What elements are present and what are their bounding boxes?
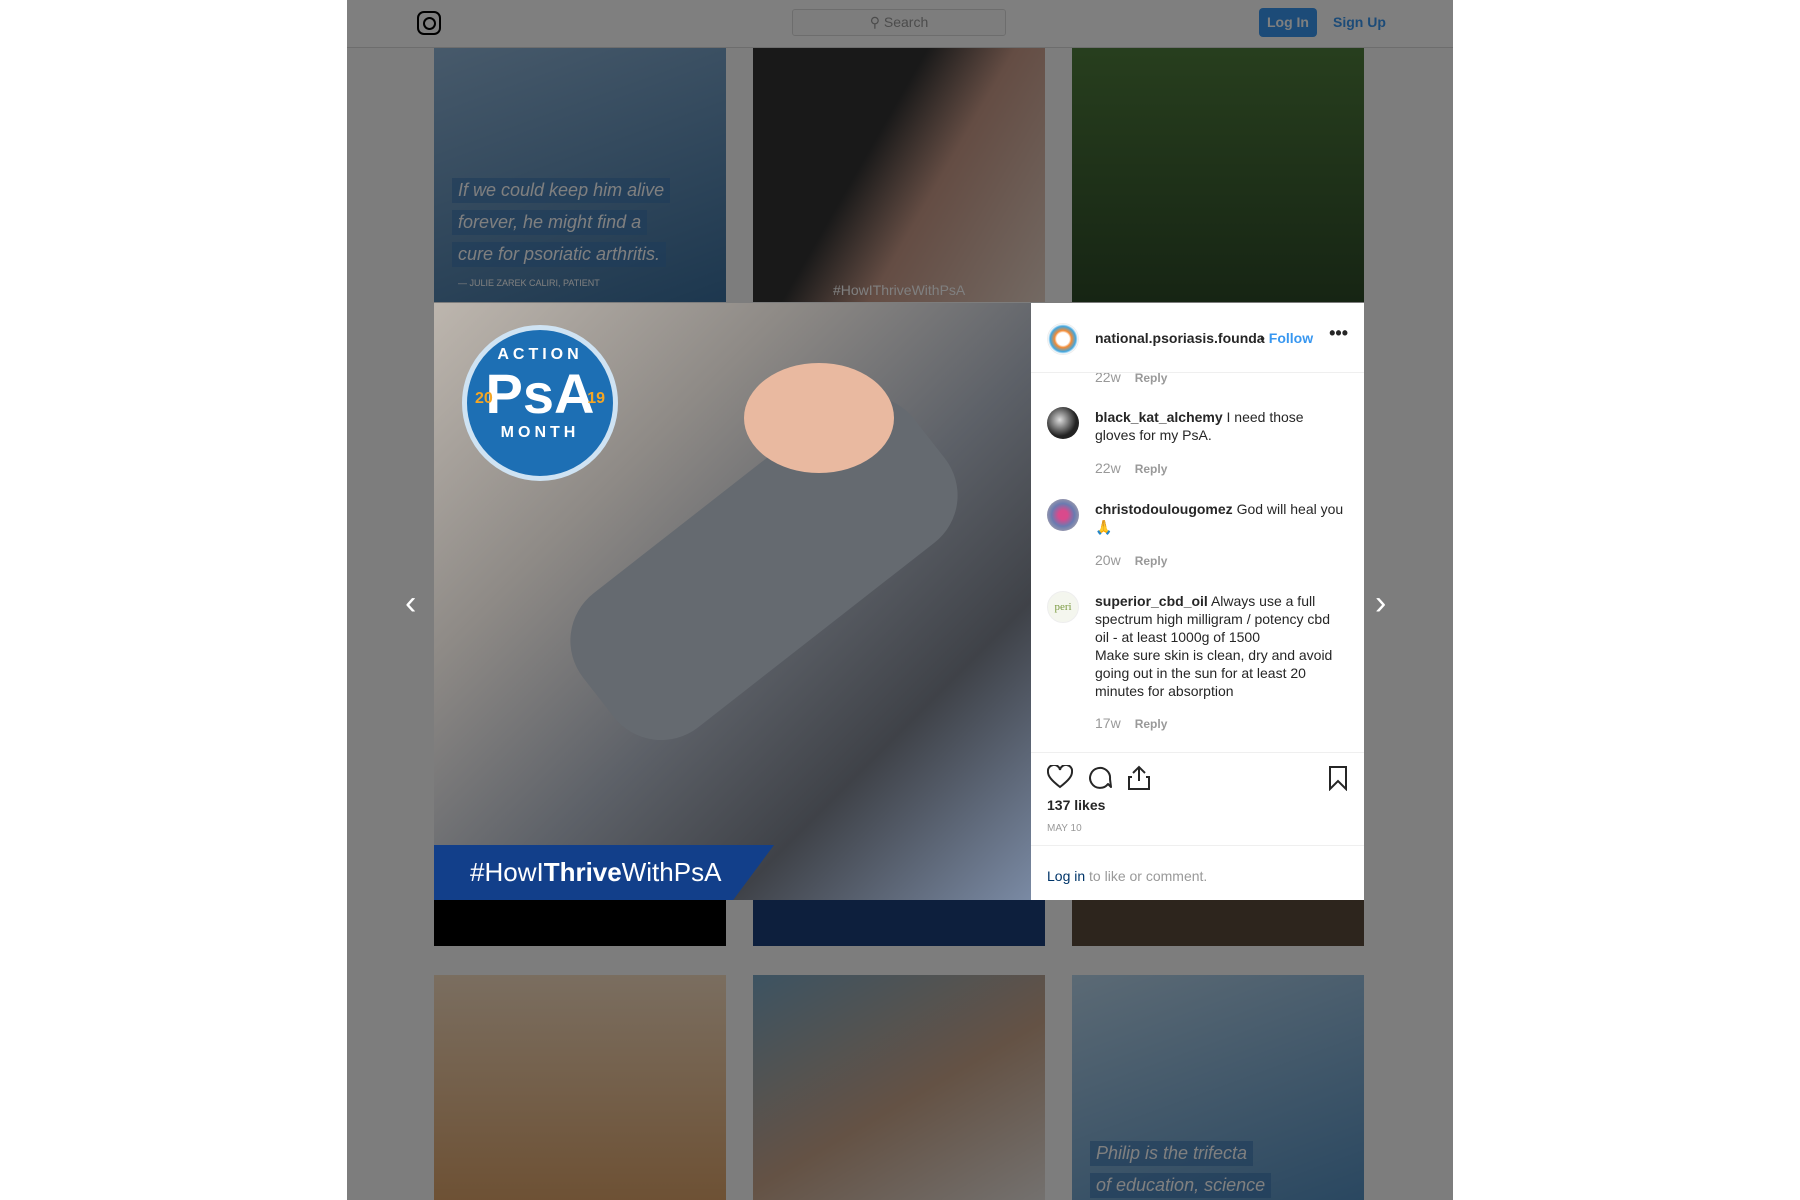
comment: christodoulougomez God will heal you 🙏 xyxy=(1095,500,1347,536)
comment-age: 22w xyxy=(1095,460,1121,476)
post-side-panel: national.psoriasis.founda • Follow ••• 2… xyxy=(1031,303,1364,900)
comment-age: 20w xyxy=(1095,552,1121,568)
reply-button[interactable]: Reply xyxy=(1135,554,1168,568)
badge-year-right: 19 xyxy=(587,390,605,407)
comment: superior_cbd_oil Always use a full spect… xyxy=(1095,592,1347,700)
post-image[interactable]: ACTION PsA MONTH 20 19 #HowIThriveWithPs… xyxy=(434,303,1031,900)
reply-button[interactable]: Reply xyxy=(1135,371,1168,385)
login-link[interactable]: Log in xyxy=(1047,868,1085,884)
reply-button[interactable]: Reply xyxy=(1135,462,1168,476)
follow-button[interactable]: Follow xyxy=(1269,330,1313,346)
image-detail xyxy=(744,363,894,473)
comment: black_kat_alchemy I need those gloves fo… xyxy=(1095,408,1347,444)
comment-meta: 22w Reply xyxy=(1095,460,1167,476)
login-prompt-text: to like or comment. xyxy=(1085,868,1208,884)
previous-arrow-icon[interactable]: ‹ xyxy=(405,586,416,620)
bookmark-icon[interactable] xyxy=(1328,765,1348,791)
commenter-avatar[interactable] xyxy=(1047,499,1079,531)
post-date: MAY 10 xyxy=(1047,823,1082,834)
banner-text: #HowI xyxy=(470,857,544,887)
badge-year-left: 20 xyxy=(475,390,493,407)
instagram-page: ⚲ Search Log In Sign Up If we could keep… xyxy=(347,0,1453,1200)
comment-text: Make sure skin is clean, dry and avoid g… xyxy=(1095,647,1333,699)
reply-button[interactable]: Reply xyxy=(1135,717,1168,731)
commenter-avatar[interactable]: peri xyxy=(1047,591,1079,623)
more-options-icon[interactable]: ••• xyxy=(1329,323,1348,344)
comment-icon[interactable] xyxy=(1087,765,1113,789)
comment-username[interactable]: christodoulougomez xyxy=(1095,501,1233,517)
share-icon[interactable] xyxy=(1127,765,1151,791)
heart-icon[interactable] xyxy=(1047,765,1073,789)
banner-text: WithPsA xyxy=(621,857,722,887)
post-header: national.psoriasis.founda • Follow ••• xyxy=(1031,303,1364,373)
hashtag-banner: #HowIThriveWithPsA xyxy=(434,845,774,900)
badge-bottom: MONTH xyxy=(500,424,580,441)
author-username[interactable]: national.psoriasis.founda xyxy=(1095,330,1265,346)
likes-count[interactable]: 137 likes xyxy=(1047,797,1105,813)
comment-age: 17w xyxy=(1095,715,1121,731)
psa-action-month-badge: ACTION PsA MONTH 20 19 xyxy=(462,325,618,481)
login-prompt: Log in to like or comment. xyxy=(1031,845,1364,906)
next-arrow-icon[interactable]: › xyxy=(1375,586,1386,620)
commenter-avatar[interactable] xyxy=(1047,407,1079,439)
author-avatar[interactable] xyxy=(1047,323,1079,355)
banner-bold: Thrive xyxy=(543,857,622,887)
dot-separator: • xyxy=(1260,330,1269,346)
comment-username[interactable]: superior_cbd_oil xyxy=(1095,593,1208,609)
comment-meta: 17w Reply xyxy=(1095,715,1167,731)
action-bar xyxy=(1031,752,1364,791)
comment-meta: 20w Reply xyxy=(1095,552,1167,568)
comment-username[interactable]: black_kat_alchemy xyxy=(1095,409,1223,425)
